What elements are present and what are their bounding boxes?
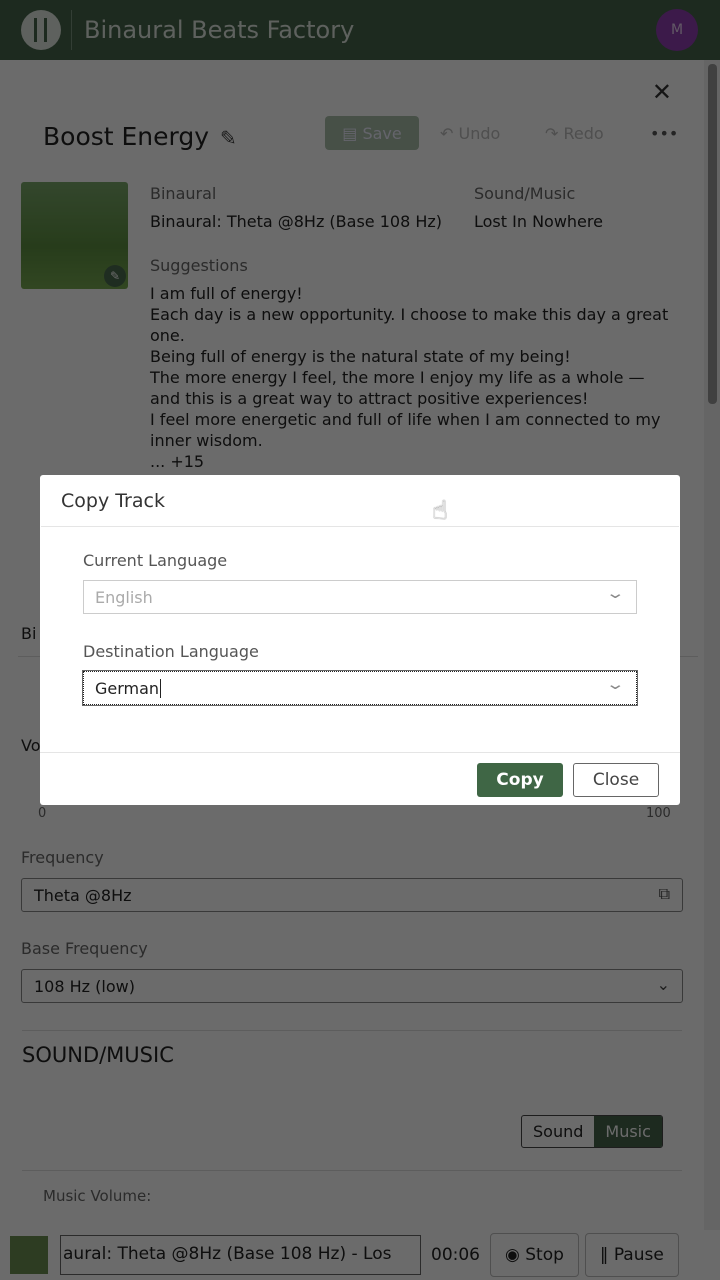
- redo-icon: ↷: [545, 123, 564, 143]
- suggestion: The more energy I feel, the more I enjoy…: [150, 368, 645, 408]
- frequency-field[interactable]: Theta @8Hz ⧉: [21, 878, 683, 912]
- undo-label: Undo: [458, 123, 501, 143]
- chevron-down-icon: ⌄: [656, 975, 670, 994]
- volume-label: Vo: [21, 736, 41, 755]
- avatar[interactable]: M: [656, 9, 698, 51]
- base-frequency-label: Base Frequency: [21, 939, 148, 958]
- divider: [71, 10, 72, 50]
- stop-icon: ◉: [505, 1245, 526, 1265]
- dialog-title: Copy Track: [61, 490, 165, 512]
- close-button[interactable]: Close: [573, 763, 659, 797]
- binaural-label: Binaural: [150, 184, 217, 203]
- base-frequency-value: 108 Hz (low): [34, 977, 135, 996]
- binaural-value: Binaural: Theta @8Hz (Base 108 Hz): [150, 212, 443, 231]
- suggestions-label: Suggestions: [150, 256, 248, 275]
- current-language-value: English: [95, 588, 153, 607]
- redo-label: Redo: [563, 123, 604, 143]
- pause-icon: ‖: [599, 1245, 614, 1265]
- suggestion: Being full of energy is the natural stat…: [150, 347, 571, 366]
- suggestion: Each day is a new opportunity. I choose …: [150, 305, 669, 345]
- elapsed-time: 00:06: [431, 1245, 480, 1265]
- save-button[interactable]: ▤ Save: [325, 116, 419, 150]
- scrollbar[interactable]: [704, 60, 720, 1230]
- player-bar: aural: Theta @8Hz (Base 108 Hz) - Los 00…: [0, 1230, 720, 1280]
- close-icon[interactable]: ✕: [652, 78, 672, 106]
- toggle-sound[interactable]: Sound: [522, 1116, 594, 1147]
- copy-track-dialog: Copy Track Current Language English ⌄ Des…: [40, 475, 680, 805]
- tab-binaural[interactable]: Bi: [21, 624, 36, 643]
- divider: [22, 1030, 682, 1031]
- more-suggestions[interactable]: ... +15: [150, 451, 670, 472]
- current-language-select: English ⌄: [83, 580, 637, 614]
- destination-language-label: Destination Language: [83, 642, 259, 661]
- player-thumbnail: [10, 1236, 48, 1274]
- redo-button[interactable]: ↷ Redo: [545, 116, 604, 150]
- suggestion: I am full of energy!: [150, 284, 303, 303]
- current-language-label: Current Language: [83, 551, 228, 570]
- pause-label: Pause: [613, 1245, 664, 1265]
- slider-min: 0: [38, 806, 47, 821]
- destination-language-select[interactable]: German ⌄: [82, 670, 638, 706]
- app-header: Binaural Beats Factory M: [0, 0, 720, 60]
- chevron-down-icon: ⌄: [605, 584, 626, 602]
- hand-cursor-icon: ☝: [432, 496, 448, 526]
- track-image[interactable]: ✎: [21, 182, 128, 289]
- open-dialog-icon[interactable]: ⧉: [659, 884, 670, 904]
- divider: [40, 752, 680, 753]
- text-caret: [160, 679, 162, 698]
- music-volume-label: Music Volume:: [43, 1187, 152, 1205]
- chevron-down-icon[interactable]: ⌄: [606, 675, 626, 693]
- suggestion: I feel more energetic and full of life w…: [150, 410, 661, 450]
- track-title: Boost Energy: [43, 122, 210, 151]
- more-button[interactable]: •••: [650, 116, 678, 150]
- save-icon: ▤: [342, 123, 363, 143]
- logo-icon[interactable]: [21, 10, 61, 50]
- pause-button[interactable]: ‖ Pause: [584, 1233, 679, 1277]
- base-frequency-select[interactable]: 108 Hz (low) ⌄: [21, 969, 683, 1003]
- suggestions-list: I am full of energy! Each day is a new o…: [150, 283, 670, 472]
- section-title: SOUND/MUSIC: [22, 1043, 174, 1067]
- divider: [41, 526, 679, 527]
- save-label: Save: [362, 123, 402, 143]
- app-title: Binaural Beats Factory: [84, 16, 355, 44]
- slider-max: 100: [646, 806, 671, 821]
- divider: [22, 1170, 682, 1171]
- undo-icon: ↶: [440, 123, 459, 143]
- stop-button[interactable]: ◉ Stop: [490, 1233, 579, 1277]
- sound-label: Sound/Music: [474, 184, 576, 203]
- edit-image-icon[interactable]: ✎: [104, 265, 126, 287]
- frequency-label: Frequency: [21, 848, 104, 867]
- undo-button[interactable]: ↶ Undo: [440, 116, 500, 150]
- sound-music-toggle[interactable]: Sound Music: [521, 1115, 663, 1148]
- destination-language-value[interactable]: German: [95, 679, 159, 698]
- frequency-value: Theta @8Hz: [34, 886, 132, 905]
- edit-title-icon[interactable]: ✎: [220, 126, 237, 150]
- toggle-music[interactable]: Music: [594, 1116, 662, 1147]
- sound-value: Lost In Nowhere: [474, 212, 603, 231]
- stop-label: Stop: [525, 1245, 564, 1265]
- now-playing: aural: Theta @8Hz (Base 108 Hz) - Los: [60, 1235, 421, 1275]
- copy-button[interactable]: Copy: [477, 763, 563, 797]
